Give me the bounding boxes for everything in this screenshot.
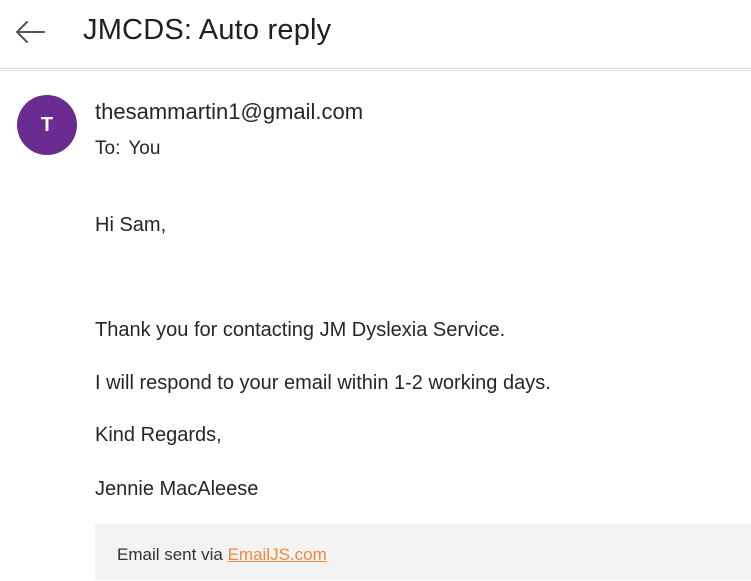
recipient-line: To: You [95, 138, 160, 160]
footer-prefix: Email sent via [117, 545, 223, 564]
body-line-2: I will respond to your email within 1-2 … [95, 372, 551, 394]
sender-email[interactable]: thesammartin1@gmail.com [95, 99, 363, 125]
emailjs-link[interactable]: EmailJS.com [228, 545, 327, 564]
body-signature: Jennie MacAleese [95, 478, 259, 500]
back-button[interactable] [10, 12, 50, 52]
email-footer: Email sent via EmailJS.com [95, 524, 751, 580]
body-line-1: Thank you for contacting JM Dyslexia Ser… [95, 319, 506, 341]
back-arrow-icon [16, 21, 45, 43]
message-header: JMCDS: Auto reply [0, 0, 751, 69]
message-subject-title: JMCDS: Auto reply [83, 14, 332, 46]
avatar-initial: T [40, 113, 54, 136]
footer-text: Email sent via EmailJS.com [117, 545, 327, 565]
body-greeting: Hi Sam, [95, 214, 167, 236]
sender-avatar[interactable]: T [17, 95, 77, 155]
recipient-value[interactable]: You [128, 138, 160, 159]
to-label: To: [95, 138, 121, 159]
body-closing: Kind Regards, [95, 424, 222, 446]
